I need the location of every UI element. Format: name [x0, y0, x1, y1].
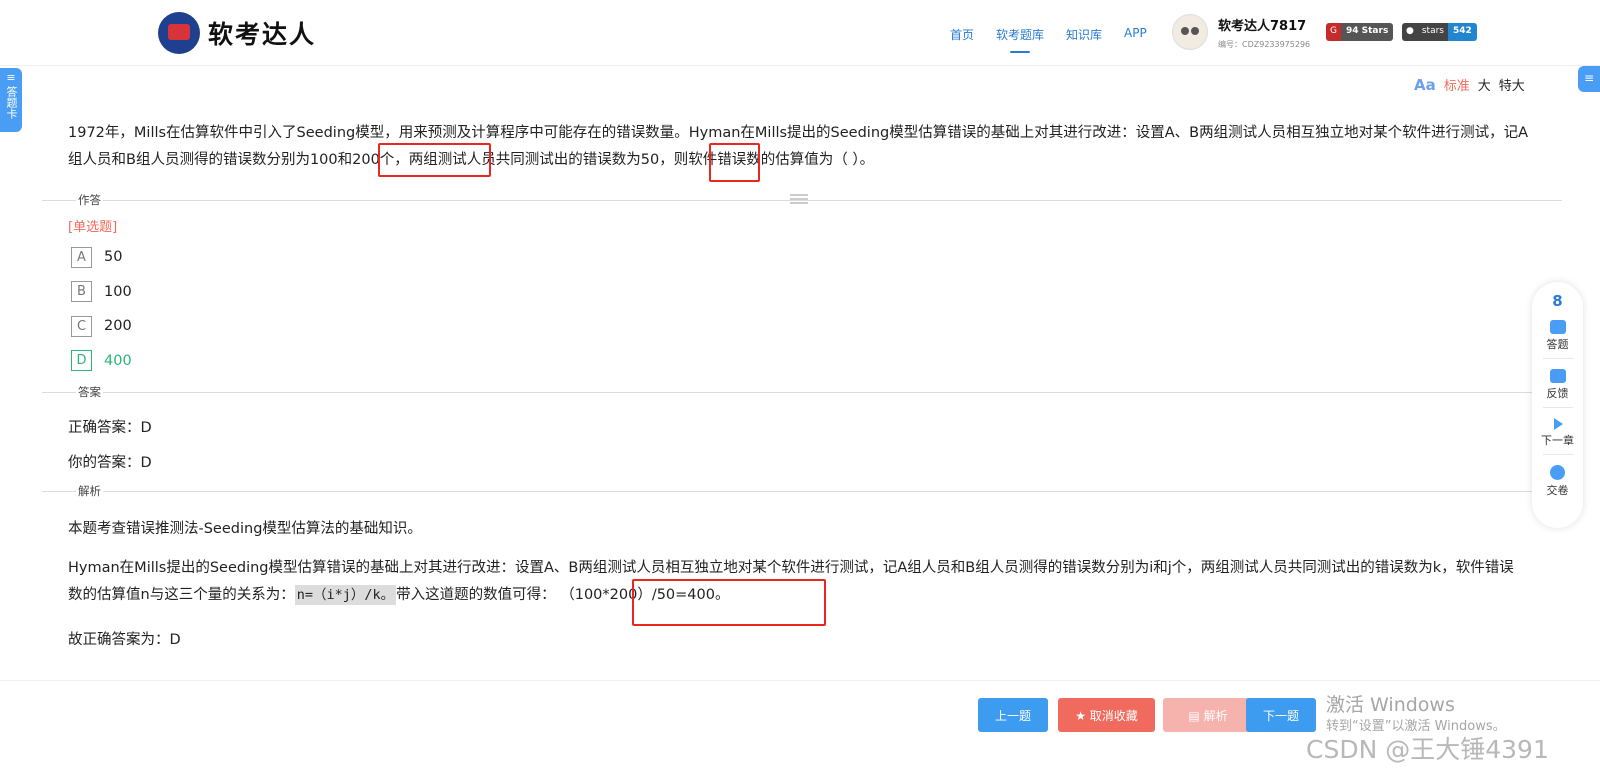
answer-card-tab[interactable]: ≡ 答题卡	[0, 68, 22, 132]
divider	[42, 392, 1562, 393]
analysis-intro: 本题考查错误推测法-Seeding模型估算法的基础知识。	[68, 521, 422, 537]
logo-text: 软考达人	[208, 20, 317, 49]
answer-icon	[1549, 320, 1566, 334]
option-text: 400	[104, 352, 132, 369]
question-type: [单选题]	[68, 220, 118, 235]
nav-home[interactable]: 首页	[950, 26, 974, 43]
answer-area-label: 作答	[76, 192, 103, 208]
logo[interactable]: 软考达人	[158, 12, 316, 54]
option-a[interactable]: A 50	[71, 240, 132, 275]
menu-icon: ≡	[6, 71, 16, 84]
option-b[interactable]: B 100	[71, 275, 132, 310]
right-menu-tab[interactable]: ≡	[1578, 66, 1600, 92]
options-list: A 50 B 100 C 200 D 400	[71, 240, 132, 378]
font-size-icon: Aa	[1414, 75, 1436, 94]
analysis-label: 解析	[76, 483, 103, 499]
main-nav: 首页 软考题库 知识库 APP	[950, 26, 1147, 53]
unfavorite-button[interactable]: ★ 取消收藏	[1058, 698, 1155, 732]
divider	[42, 491, 1562, 492]
next-chapter-label-text: 下一章	[1541, 434, 1574, 447]
next-chapter-button[interactable]: 下一章	[1532, 418, 1583, 448]
feedback-icon	[1549, 369, 1566, 383]
feedback-button[interactable]: 反馈	[1532, 369, 1583, 401]
analysis-body: Hyman在Mills提出的Seeding模型估算错误的基础上对其进行改进：设置…	[68, 555, 1528, 609]
nav-knowledge[interactable]: 知识库	[1066, 26, 1102, 43]
your-answer: 你的答案：D	[68, 455, 152, 471]
font-xl-option[interactable]: 特大	[1499, 75, 1525, 94]
github-icon: ●	[1402, 23, 1418, 41]
correct-answer: 正确答案：D	[68, 420, 152, 436]
header: 软考达人 首页 软考题库 知识库 APP 软考达人7817 编号：CDZ9233…	[0, 0, 1600, 66]
analysis-text: 带入这道题的数值可得：	[396, 587, 556, 603]
next-question-button[interactable]: 下一题	[1246, 698, 1316, 732]
nav-question-bank[interactable]: 软考题库	[996, 26, 1044, 53]
calculation-result: （100*200）/50=400。	[560, 587, 730, 603]
feedback-label-text: 反馈	[1546, 387, 1569, 400]
option-text: 50	[104, 249, 123, 266]
option-text: 200	[104, 318, 132, 335]
page: 软考达人 首页 软考题库 知识库 APP 软考达人7817 编号：CDZ9233…	[0, 0, 1600, 773]
option-letter: B	[71, 281, 92, 303]
side-float-panel: 8 答题 反馈 下一章 交卷	[1532, 282, 1583, 528]
submit-label-text: 交卷	[1546, 484, 1569, 497]
option-text: 100	[104, 283, 132, 300]
gitee-icon: G	[1326, 23, 1341, 41]
submit-icon	[1550, 465, 1565, 480]
option-letter: D	[71, 350, 92, 372]
option-letter: A	[71, 246, 92, 268]
answer-button[interactable]: 答题	[1532, 320, 1583, 352]
next-chapter-icon	[1554, 418, 1563, 430]
user-id: 编号：CDZ9233975296	[1218, 39, 1311, 49]
analysis-conclusion: 故正确答案为：D	[68, 632, 181, 648]
windows-activation-watermark: 激活 Windows	[1326, 694, 1455, 716]
font-big-option[interactable]: 大	[1478, 75, 1491, 94]
github-stars-count: 542	[1447, 23, 1477, 41]
analysis-text: Hyman在Mills提出的Seeding模型估算错误的基础上对其进行改进：设置…	[68, 560, 1514, 603]
csdn-watermark: CSDN @王大锤4391	[1306, 735, 1549, 764]
font-size-switcher: Aa 标准 大 特大	[1414, 75, 1525, 95]
answer-card-label: 答题卡	[5, 86, 18, 119]
formula-code: n=（i*j）/k。	[294, 585, 397, 605]
drag-handle-icon[interactable]	[790, 194, 808, 204]
option-letter: C	[71, 315, 92, 337]
avatar[interactable]	[1172, 14, 1208, 50]
explain-button[interactable]: ▤ 解析	[1163, 698, 1253, 732]
github-stars-label: stars	[1417, 23, 1448, 41]
option-c[interactable]: C 200	[71, 309, 132, 344]
question-count: 8	[1552, 292, 1563, 310]
option-d[interactable]: D 400	[71, 344, 132, 379]
user-info[interactable]: 软考达人7817 编号：CDZ9233975296	[1172, 14, 1310, 50]
user-name: 软考达人7817	[1218, 18, 1307, 34]
gitee-stars: 94 Stars	[1340, 23, 1394, 41]
github-stars-badge[interactable]: ● stars 542	[1402, 23, 1477, 41]
answer-label-text: 答题	[1546, 338, 1569, 351]
question-text: 1972年，Mills在估算软件中引入了Seeding模型，用来预测及计算程序中…	[68, 125, 1529, 168]
nav-app[interactable]: APP	[1124, 26, 1147, 43]
prev-question-button[interactable]: 上一题	[978, 698, 1048, 732]
gitee-stars-badge[interactable]: G 94 Stars	[1326, 23, 1394, 41]
answer-label: 答案	[76, 384, 103, 400]
submit-button[interactable]: 交卷	[1532, 465, 1583, 498]
logo-icon	[158, 12, 200, 54]
font-standard-option[interactable]: 标准	[1444, 75, 1470, 94]
